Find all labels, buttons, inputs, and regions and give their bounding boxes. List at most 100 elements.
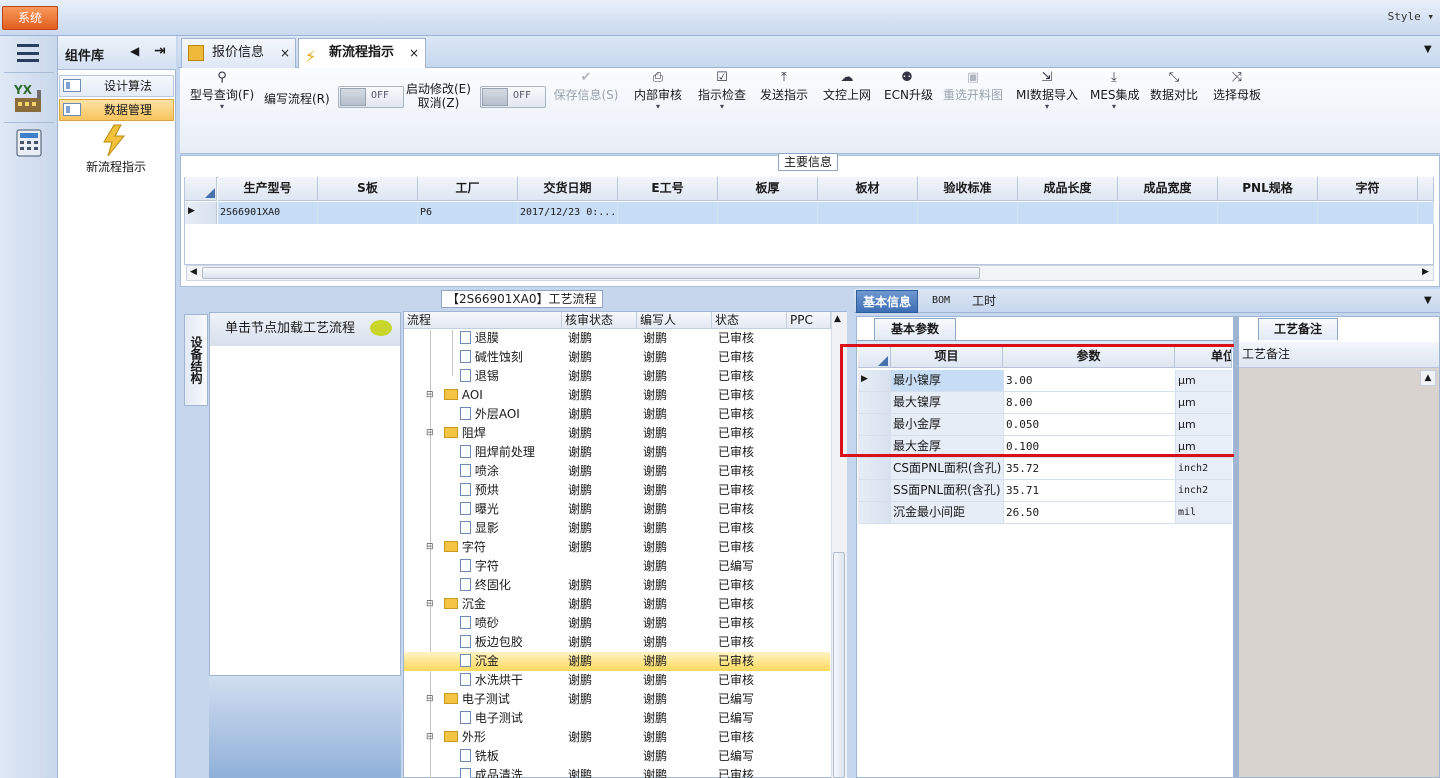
tree-row[interactable]: ⊟ AOI 谢鹏 谢鹏 已审核 <box>404 386 830 405</box>
panel-dropdown-icon[interactable]: ▼ <box>1424 295 1432 306</box>
param-unit[interactable]: inch2 <box>1175 480 1232 502</box>
system-menu-button[interactable]: 系统 <box>2 6 58 30</box>
save-info-button[interactable]: ✔ 保存信息(S) <box>552 70 620 103</box>
scrollbar-thumb[interactable] <box>202 267 980 279</box>
tree-row[interactable]: ⊟ 沉金 谢鹏 谢鹏 已审核 <box>404 595 830 614</box>
param-item[interactable]: CS面PNL面积(含孔) <box>891 458 1003 480</box>
tab-list-dropdown-icon[interactable]: ▼ <box>1424 44 1432 55</box>
column-header[interactable]: 板厚 <box>718 177 818 201</box>
tree-row[interactable]: ⊟ 阻焊 谢鹏 谢鹏 已审核 <box>404 424 830 443</box>
tree-row-selected[interactable]: 沉金 谢鹏 谢鹏 已审核 <box>404 652 830 671</box>
param-item[interactable]: SS面PNL面积(含孔) <box>891 480 1003 502</box>
column-header[interactable]: 交货日期 <box>518 177 618 201</box>
param-value[interactable]: 26.50 <box>1003 502 1175 524</box>
new-flow-indication-item[interactable]: 新流程指示 <box>86 158 146 175</box>
tree-row[interactable]: 电子测试 谢鹏 已编写 <box>404 709 830 728</box>
mes-integration-button[interactable]: ⤓ MES集成 ▾ <box>1090 70 1140 111</box>
edit-flow-toggle[interactable]: OFF <box>338 86 404 108</box>
column-header[interactable]: 状态 <box>712 312 787 329</box>
doc-upload-button[interactable]: ☁ 文控上网 <box>822 70 872 103</box>
table-cell[interactable] <box>618 202 718 224</box>
tab-bom[interactable]: BOM <box>926 290 956 313</box>
tab-process-notes[interactable]: 工艺备注 <box>1258 318 1338 340</box>
column-header[interactable]: 板材 <box>818 177 918 201</box>
column-header[interactable]: PPC <box>787 312 831 329</box>
scroll-up-icon[interactable]: ▲ <box>1420 370 1436 386</box>
tab-quote-info[interactable]: 报价信息 × <box>181 38 296 68</box>
table-cell[interactable] <box>718 202 818 224</box>
tree-row[interactable]: 成品清洗 谢鹏 谢鹏 已审核 <box>404 766 830 778</box>
scrollbar-thumb[interactable] <box>833 552 845 778</box>
reselect-cutting-map-button[interactable]: ▣ 重选开料图 <box>942 70 1004 103</box>
param-value[interactable]: 35.71 <box>1003 480 1175 502</box>
tree-row[interactable]: 终固化 谢鹏 谢鹏 已审核 <box>404 576 830 595</box>
ecn-upgrade-button[interactable]: ⚉ ECN升级 <box>884 70 933 103</box>
internal-review-button[interactable]: ⎙ 内部审核 ▾ <box>633 70 683 111</box>
calculator-module-icon[interactable] <box>15 128 45 160</box>
library-item-design-algorithm[interactable]: 设计算法 <box>59 75 174 97</box>
param-item[interactable]: 沉金最小间距 <box>891 502 1003 524</box>
close-icon[interactable]: × <box>409 39 419 67</box>
tree-row[interactable]: 喷砂 谢鹏 谢鹏 已审核 <box>404 614 830 633</box>
tree-row[interactable]: 阻焊前处理 谢鹏 谢鹏 已审核 <box>404 443 830 462</box>
table-cell[interactable] <box>318 202 418 224</box>
tab-work-hours[interactable]: 工时 <box>966 290 1002 313</box>
tree-row[interactable]: 退锡 谢鹏 谢鹏 已审核 <box>404 367 830 386</box>
column-header[interactable]: 验收标准 <box>918 177 1018 201</box>
factory-module-icon[interactable]: YX <box>13 82 45 116</box>
column-header[interactable]: 成品长度 <box>1018 177 1118 201</box>
tab-basic-info[interactable]: 基本信息 <box>856 290 919 313</box>
column-header[interactable]: E工号 <box>618 177 718 201</box>
column-header[interactable]: S板 <box>318 177 418 201</box>
tree-row[interactable]: 字符 谢鹏 已编写 <box>404 557 830 576</box>
param-unit[interactable]: mil <box>1175 502 1232 524</box>
hamburger-menu-icon[interactable] <box>17 44 39 62</box>
tree-row[interactable]: ⊟ 字符 谢鹏 谢鹏 已审核 <box>404 538 830 557</box>
tree-row[interactable]: 铣板 谢鹏 已编写 <box>404 747 830 766</box>
tree-row[interactable]: 外层AOI 谢鹏 谢鹏 已审核 <box>404 405 830 424</box>
column-header[interactable]: 工厂 <box>418 177 518 201</box>
model-query-button[interactable]: ⚲ 型号查询(F) ▾ <box>186 70 258 111</box>
tree-row[interactable]: 板边包胶 谢鹏 谢鹏 已审核 <box>404 633 830 652</box>
table-cell[interactable]: 2017/12/23 0:... <box>518 202 618 224</box>
table-cell[interactable]: 2S66901XA0 <box>218 202 318 224</box>
column-header[interactable]: 流程 <box>404 312 562 329</box>
lightning-icon[interactable] <box>100 124 130 158</box>
param-value[interactable]: 35.72 <box>1003 458 1175 480</box>
table-cell[interactable] <box>818 202 918 224</box>
tree-row[interactable]: 预烘 谢鹏 谢鹏 已审核 <box>404 481 830 500</box>
data-compare-button[interactable]: ⤡ 数据对比 <box>1150 70 1198 103</box>
scroll-up-icon[interactable]: ▲ <box>834 314 841 324</box>
column-header[interactable]: 生产型号 <box>218 177 318 201</box>
close-icon[interactable]: × <box>280 39 290 67</box>
row-selector[interactable] <box>858 502 891 524</box>
mi-data-import-button[interactable]: ⇲ MI数据导入 ▾ <box>1016 70 1078 111</box>
row-selector[interactable] <box>858 458 891 480</box>
column-header[interactable]: 核审状态 <box>562 312 637 329</box>
table-cell[interactable] <box>1018 202 1118 224</box>
start-modify-toggle[interactable]: OFF <box>480 86 546 108</box>
table-cell[interactable] <box>1318 202 1418 224</box>
send-indication-button[interactable]: ⤒ 发送指示 <box>759 70 809 103</box>
tree-row[interactable]: ⊟ 电子测试 谢鹏 谢鹏 已编写 <box>404 690 830 709</box>
tree-row[interactable]: 水洗烘干 谢鹏 谢鹏 已审核 <box>404 671 830 690</box>
scroll-left-icon[interactable]: ◀ <box>190 267 197 277</box>
collapse-left-icon[interactable]: ◀ <box>130 44 139 58</box>
table-cell[interactable] <box>918 202 1018 224</box>
tab-equipment-structure[interactable]: 设备结构 <box>184 314 208 406</box>
indication-check-button[interactable]: ☑ 指示检查 ▾ <box>697 70 747 111</box>
column-header[interactable]: 编写人 <box>637 312 712 329</box>
library-item-data-management[interactable]: 数据管理 <box>59 99 174 121</box>
table-cell[interactable]: P6 <box>418 202 518 224</box>
param-unit[interactable]: inch2 <box>1175 458 1232 480</box>
tree-row[interactable]: 喷涂 谢鹏 谢鹏 已审核 <box>404 462 830 481</box>
column-header[interactable]: PNL规格 <box>1218 177 1318 201</box>
column-header[interactable]: 成品宽度 <box>1118 177 1218 201</box>
tab-basic-params[interactable]: 基本参数 <box>874 318 956 340</box>
select-panel-button[interactable]: ⤨ 选择母板 <box>1213 70 1261 103</box>
table-cell[interactable] <box>1218 202 1318 224</box>
style-menu-button[interactable]: Style ▾ <box>1388 10 1434 23</box>
tree-row[interactable]: ⊟ 外形 谢鹏 谢鹏 已审核 <box>404 728 830 747</box>
column-header[interactable]: 字符 <box>1318 177 1418 201</box>
table-cell[interactable] <box>1118 202 1218 224</box>
